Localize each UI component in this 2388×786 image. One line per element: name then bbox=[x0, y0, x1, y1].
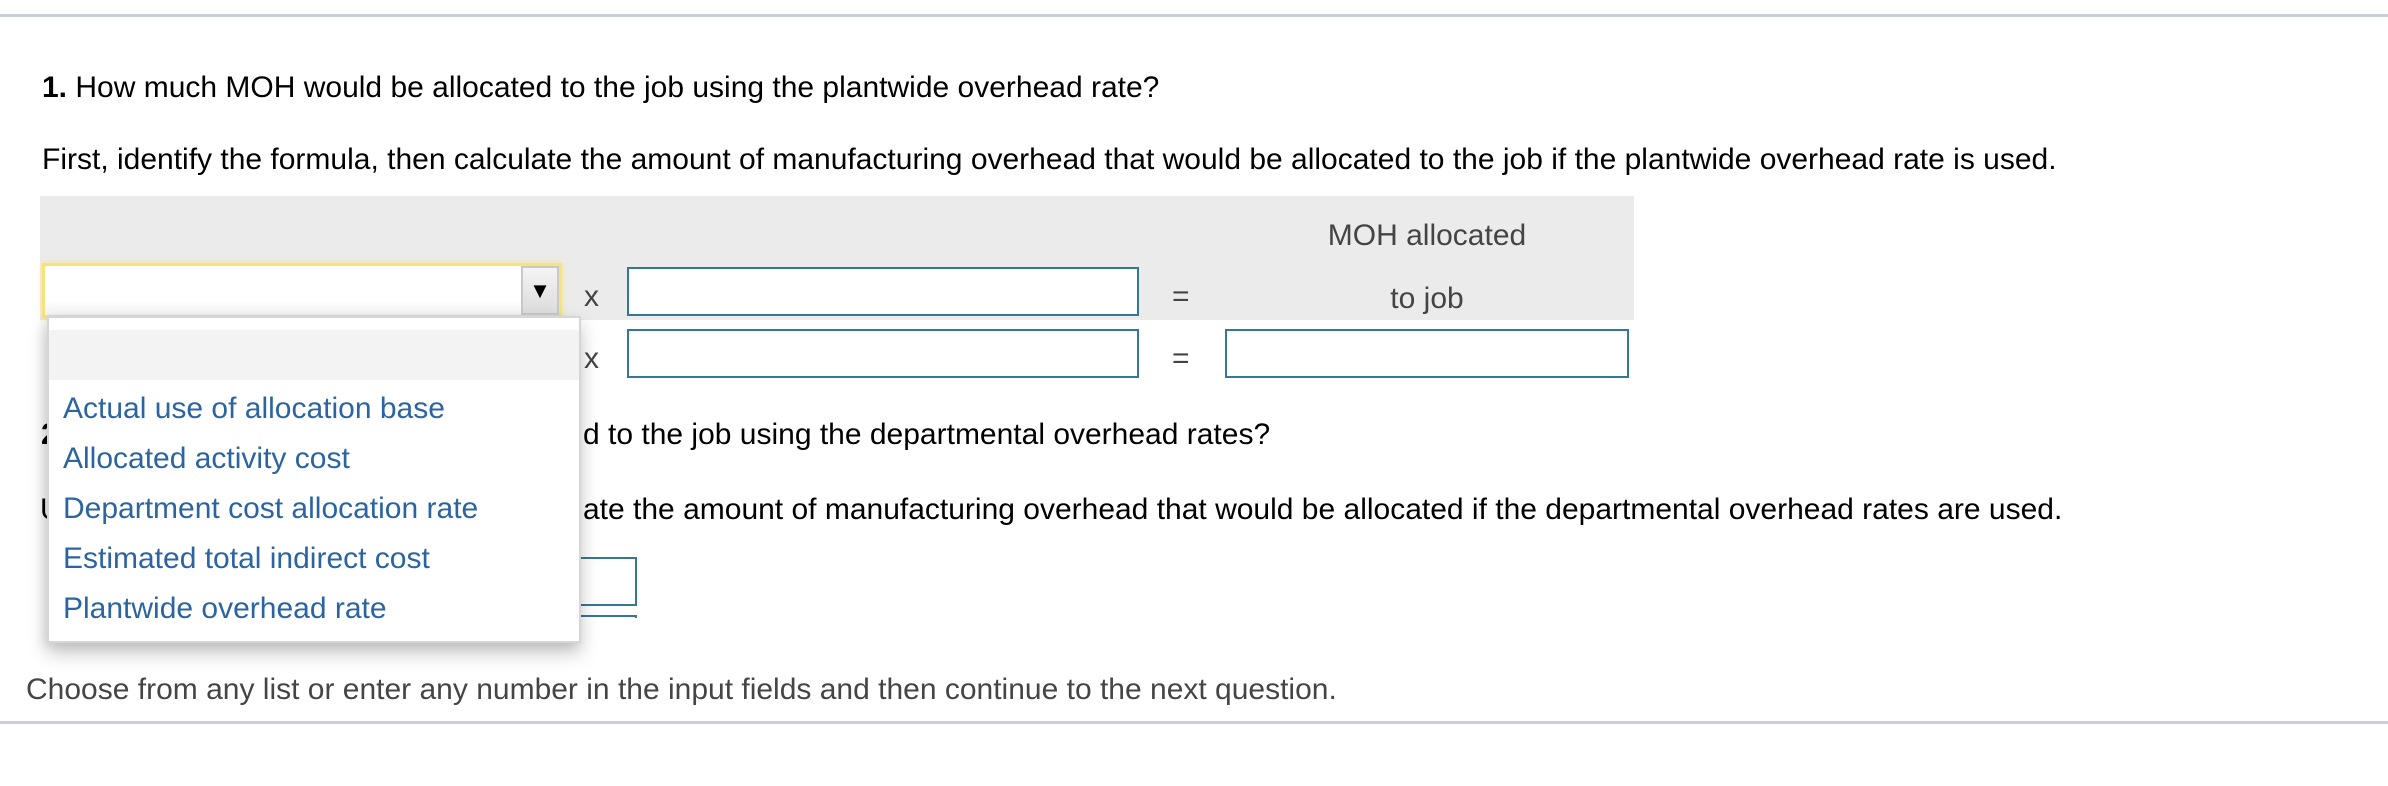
dropdown-arrow-button[interactable]: ▼ bbox=[521, 266, 559, 315]
dropdown-option[interactable]: Actual use of allocation base bbox=[63, 392, 445, 426]
top-divider bbox=[0, 14, 2388, 17]
question-2-instruction-visible: ate the amount of manufacturing overhead… bbox=[583, 493, 2063, 526]
bottom-divider bbox=[0, 721, 2388, 724]
row2-factor-input[interactable] bbox=[627, 329, 1139, 378]
equals-sign-row1: = bbox=[1172, 280, 1190, 313]
question-2-title-visible: d to the job using the departmental over… bbox=[583, 418, 1271, 451]
result-header-line1: MOH allocated bbox=[1327, 219, 1527, 252]
result-header-line2: to job bbox=[1390, 282, 1464, 315]
dropdown-option[interactable]: Allocated activity cost bbox=[63, 442, 350, 476]
dropdown-option[interactable]: Plantwide overhead rate bbox=[63, 592, 387, 626]
footer-hint: Choose from any list or enter any number… bbox=[26, 673, 1337, 706]
formula-select-dropdown-list: Actual use of allocation base Allocated … bbox=[47, 316, 581, 643]
question-1-instruction: First, identify the formula, then calcul… bbox=[42, 143, 2057, 176]
multiply-sign-row2: x bbox=[584, 342, 599, 375]
question-1-text: How much MOH would be allocated to the j… bbox=[67, 71, 1160, 104]
formula-factor-select[interactable]: ▼ bbox=[45, 266, 559, 315]
dropdown-option-blank[interactable] bbox=[49, 330, 579, 380]
row1-factor-input[interactable] bbox=[627, 267, 1139, 316]
dropdown-option[interactable]: Department cost allocation rate bbox=[63, 492, 478, 526]
moh-allocated-result-input[interactable] bbox=[1225, 329, 1629, 378]
question-1-title: 1. How much MOH would be allocated to th… bbox=[42, 71, 1159, 105]
question-1-number: 1. bbox=[42, 71, 68, 104]
equals-sign-row2: = bbox=[1172, 342, 1190, 375]
chevron-down-icon: ▼ bbox=[529, 277, 551, 303]
dropdown-option[interactable]: Estimated total indirect cost bbox=[63, 542, 430, 576]
multiply-sign-row1: x bbox=[584, 280, 599, 313]
